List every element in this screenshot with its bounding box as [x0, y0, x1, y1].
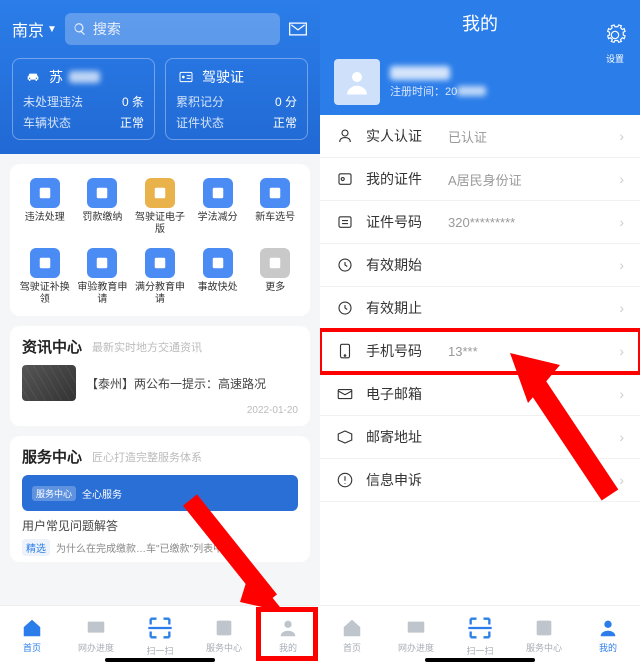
row-icon: [336, 256, 354, 274]
row-icon: [336, 342, 354, 360]
tab-bar-left: 首页 网办进度 扫一扫 服务中心 我的: [0, 605, 320, 665]
row-icon: [336, 471, 354, 489]
row-icon: [336, 170, 354, 188]
mine-screen: 我的 设置 注册时间：20xxx 实人认证已认证›我的证件A居民身份证›证件号码…: [320, 0, 640, 665]
list-item-2[interactable]: 证件号码320*********›: [320, 201, 640, 244]
header: 南京▼ 搜索 苏AA 未处理违法0 条 车辆状态正常 驾驶证 累积记分0 分 证…: [0, 0, 320, 154]
list-item-3[interactable]: 有效期始›: [320, 244, 640, 287]
license-icon: [176, 69, 196, 85]
gear-icon: [604, 24, 626, 46]
grid-item[interactable]: 审验教育申请: [74, 248, 132, 306]
reg-time: 注册时间：20xxx: [390, 83, 486, 99]
settings-button[interactable]: 设置: [604, 24, 626, 65]
list-item-8[interactable]: 信息申诉›: [320, 459, 640, 502]
message-icon[interactable]: [288, 19, 308, 39]
row-icon: [336, 213, 354, 231]
faq-tag: 精选: [22, 539, 50, 556]
info-center[interactable]: 资讯中心最新实时地方交通资讯 【泰州】两公布一提示：高速路况 2022-01-2…: [10, 326, 310, 426]
row-icon: [336, 428, 354, 446]
car-icon: [23, 69, 43, 85]
tab-mine[interactable]: 我的: [576, 606, 640, 665]
tab-scan[interactable]: 扫一扫: [128, 606, 192, 665]
list-item-6[interactable]: 电子邮箱›: [320, 373, 640, 416]
grid-item[interactable]: 驾驶证补换领: [16, 248, 74, 306]
grid-item[interactable]: 驾驶证电子版: [131, 178, 189, 236]
service-center[interactable]: 服务中心匠心打造完整服务体系 服务中心 全心服务 用户常见问题解答 精选 为什么…: [10, 436, 310, 562]
faq-item[interactable]: 为什么在完成缴款…车"已缴款"列表中…: [56, 540, 233, 555]
row-icon: [336, 127, 354, 145]
tab-mine[interactable]: 我的: [256, 606, 320, 665]
grid-item[interactable]: 新车选号: [246, 178, 304, 236]
page-title: 我的: [320, 10, 640, 36]
city-selector[interactable]: 南京▼: [12, 17, 57, 41]
grid-item[interactable]: 罚款缴纳: [74, 178, 132, 236]
list-item-7[interactable]: 邮寄地址›: [320, 416, 640, 459]
tab-service[interactable]: 服务中心: [192, 606, 256, 665]
grid-item[interactable]: 学法减分: [189, 178, 247, 236]
tab-scan[interactable]: 扫一扫: [448, 606, 512, 665]
row-icon: [336, 299, 354, 317]
news-date: 2022-01-20: [22, 405, 298, 416]
avatar[interactable]: [334, 59, 380, 105]
row-icon: [336, 385, 354, 403]
grid-item[interactable]: 事故快处: [189, 248, 247, 306]
tab-home[interactable]: 首页: [320, 606, 384, 665]
tab-progress[interactable]: 网办进度: [384, 606, 448, 665]
list-item-1[interactable]: 我的证件A居民身份证›: [320, 158, 640, 201]
license-card[interactable]: 驾驶证 累积记分0 分 证件状态正常: [165, 58, 308, 140]
username-blurred: [390, 66, 450, 80]
grid-item[interactable]: 满分教育申请: [131, 248, 189, 306]
list-item-4[interactable]: 有效期止›: [320, 287, 640, 330]
faq-heading: 用户常见问题解答: [22, 517, 298, 534]
grid-item[interactable]: 违法处理: [16, 178, 74, 236]
tab-bar-right: 首页 网办进度 扫一扫 服务中心 我的: [320, 605, 640, 665]
service-banner[interactable]: 服务中心 全心服务: [22, 475, 298, 511]
service-grid: 违法处理罚款缴纳驾驶证电子版学法减分新车选号驾驶证补换领审验教育申请满分教育申请…: [10, 164, 310, 316]
home-screen: 南京▼ 搜索 苏AA 未处理违法0 条 车辆状态正常 驾驶证 累积记分0 分 证…: [0, 0, 320, 665]
vehicle-card[interactable]: 苏AA 未处理违法0 条 车辆状态正常: [12, 58, 155, 140]
news-title[interactable]: 【泰州】两公布一提示：高速路况: [86, 375, 298, 392]
grid-item[interactable]: 更多: [246, 248, 304, 306]
list-item-0[interactable]: 实人认证已认证›: [320, 115, 640, 158]
tab-home[interactable]: 首页: [0, 606, 64, 665]
tab-progress[interactable]: 网办进度: [64, 606, 128, 665]
list-item-5[interactable]: 手机号码13***›: [320, 330, 640, 373]
news-thumb: [22, 365, 76, 401]
profile-list: 实人认证已认证›我的证件A居民身份证›证件号码320*********›有效期始…: [320, 115, 640, 502]
search-icon: [73, 22, 87, 36]
profile-header: 我的 设置 注册时间：20xxx: [320, 0, 640, 115]
search-input[interactable]: 搜索: [65, 13, 280, 45]
tab-service[interactable]: 服务中心: [512, 606, 576, 665]
